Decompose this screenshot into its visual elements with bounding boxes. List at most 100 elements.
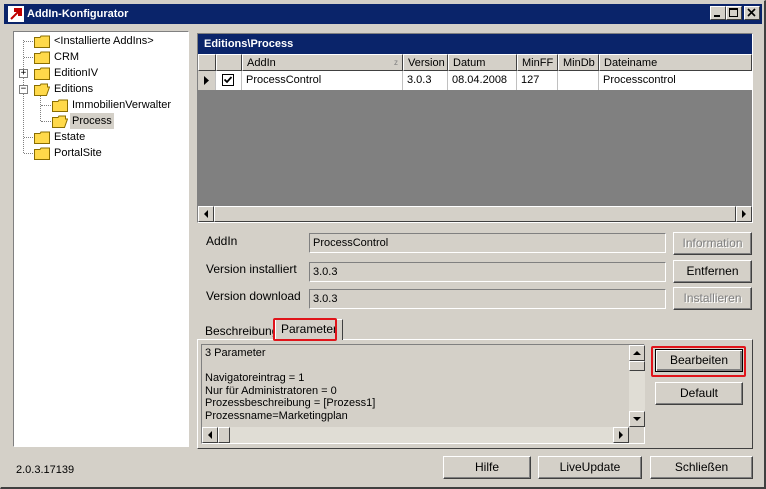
arrow-down-icon: [633, 417, 641, 421]
tree-connector: [41, 121, 51, 122]
tree-item-label: Estate: [54, 131, 86, 143]
minimize-icon: [714, 15, 720, 17]
liveupdate-button[interactable]: LiveUpdate: [538, 456, 642, 479]
addin-tree[interactable]: <Installierte AddIns> CRM + EditionIV − …: [13, 31, 189, 447]
arrow-left-icon: [204, 210, 208, 218]
tree-connector: [24, 153, 33, 154]
row-pointer-icon: [204, 76, 209, 85]
tree-item-crm[interactable]: CRM: [14, 49, 184, 65]
tree-item-label: <Installierte AddIns>: [54, 35, 154, 47]
scroll-thumb[interactable]: [214, 206, 736, 222]
edit-highlight-box: [651, 346, 746, 377]
column-header-label: Dateiname: [604, 57, 658, 69]
folder-icon: [34, 35, 50, 48]
window-title: AddIn-Konfigurator: [27, 8, 129, 20]
expand-icon[interactable]: +: [19, 69, 28, 78]
checkbox-header: [216, 54, 242, 71]
version-download-field[interactable]: 3.0.3: [309, 289, 666, 309]
tree-item-editions[interactable]: − Editions: [14, 81, 184, 97]
row-checkbox-cell[interactable]: [216, 71, 242, 90]
tab-beschreibung[interactable]: Beschreibung: [200, 322, 283, 341]
minimize-button[interactable]: [710, 6, 726, 20]
column-header-label: MinDb: [563, 57, 595, 69]
scroll-down-button[interactable]: [629, 411, 645, 427]
tree-item-label: PortalSite: [54, 147, 102, 159]
cell-addin[interactable]: ProcessControl: [242, 71, 403, 90]
collapse-icon[interactable]: −: [19, 85, 28, 94]
arrow-right-icon: [619, 431, 623, 439]
grid-caption: Editions\Process: [198, 34, 752, 54]
arrow-left-icon: [208, 431, 212, 439]
tree-item-editioniv[interactable]: + EditionIV: [14, 65, 184, 81]
scroll-left-button[interactable]: [202, 427, 218, 443]
tree-item-label: EditionIV: [54, 67, 99, 79]
tree-connector: [24, 57, 33, 58]
scroll-right-button[interactable]: [736, 206, 752, 222]
row-indicator: [198, 71, 216, 90]
column-header-dateiname[interactable]: Dateiname: [599, 54, 752, 71]
tree-item-label: ImmobilienVerwalter: [72, 99, 172, 111]
scroll-thumb[interactable]: [629, 361, 645, 371]
folder-open-icon: [34, 83, 50, 96]
default-button[interactable]: Default: [655, 382, 743, 405]
close-button[interactable]: [744, 6, 760, 20]
column-header-version[interactable]: Version: [403, 54, 448, 71]
maximize-icon: [729, 8, 738, 17]
folder-icon: [34, 67, 50, 80]
maximize-button[interactable]: [726, 6, 742, 20]
tab-highlight-box: [273, 318, 337, 341]
tree-item-estate[interactable]: Estate: [14, 129, 184, 145]
close-dialog-button[interactable]: Schließen: [650, 456, 753, 479]
close-icon: [747, 8, 756, 17]
scroll-thumb[interactable]: [218, 427, 230, 443]
help-button[interactable]: Hilfe: [443, 456, 531, 479]
column-header-label: Datum: [453, 57, 486, 69]
title-bar[interactable]: AddIn-Konfigurator: [4, 4, 762, 24]
tree-item-portalsite[interactable]: PortalSite: [14, 145, 184, 161]
app-window: AddIn-Konfigurator <Installierte AddIns>…: [0, 0, 766, 489]
parameter-memo[interactable]: 3 Parameter Navigatoreintrag = 1 Nur für…: [201, 344, 645, 444]
addin-field[interactable]: ProcessControl: [309, 233, 666, 253]
version-number: 2.0.3.17139: [16, 464, 75, 476]
tree-item-label: Process: [70, 113, 114, 129]
column-header-mindb[interactable]: MinDb: [558, 54, 599, 71]
cell-datum[interactable]: 08.04.2008: [448, 71, 517, 90]
memo-horizontal-scrollbar[interactable]: [202, 427, 629, 443]
column-header-label: Version: [408, 57, 445, 69]
tree-item-label: CRM: [54, 51, 80, 63]
grid-header: AddIn z Version Datum MinFF MinDb Datein…: [198, 54, 752, 71]
cell-mindb[interactable]: [558, 71, 599, 90]
cell-version[interactable]: 3.0.3: [403, 71, 448, 90]
tree-connector: [41, 105, 51, 106]
column-header-addin[interactable]: AddIn z: [242, 54, 403, 71]
install-button[interactable]: Installieren: [673, 287, 752, 310]
column-header-minff[interactable]: MinFF: [517, 54, 558, 71]
tree-item-process[interactable]: Process: [14, 113, 184, 129]
tree-item-installed[interactable]: <Installierte AddIns>: [14, 33, 184, 49]
folder-icon: [34, 51, 50, 64]
information-button[interactable]: Information: [673, 232, 752, 255]
version-installed-label: Version installiert: [206, 262, 297, 276]
memo-vertical-scrollbar[interactable]: [629, 345, 645, 427]
remove-button[interactable]: Entfernen: [673, 260, 752, 283]
version-installed-field[interactable]: 3.0.3: [309, 262, 666, 282]
column-header-label: MinFF: [522, 57, 554, 69]
cell-minff[interactable]: 127: [517, 71, 558, 90]
scroll-left-button[interactable]: [198, 206, 214, 222]
column-header-label: AddIn: [247, 57, 276, 69]
tree-connector: [24, 41, 33, 42]
addin-grid[interactable]: Editions\Process AddIn z Version Datum M…: [197, 33, 753, 223]
scroll-up-button[interactable]: [629, 345, 645, 361]
table-row[interactable]: ProcessControl 3.0.3 08.04.2008 127 Proc…: [198, 71, 752, 90]
arrow-up-icon: [633, 351, 641, 355]
folder-icon: [52, 99, 68, 112]
grid-horizontal-scrollbar[interactable]: [198, 206, 752, 222]
scroll-right-button[interactable]: [613, 427, 629, 443]
folder-icon: [34, 131, 50, 144]
version-download-label: Version download: [206, 289, 301, 303]
tree-item-immobilienverwalter[interactable]: ImmobilienVerwalter: [14, 97, 184, 113]
folder-open-icon: [52, 115, 68, 128]
cell-dateiname[interactable]: Processcontrol: [599, 71, 752, 90]
checkbox-checked-icon[interactable]: [216, 71, 242, 90]
column-header-datum[interactable]: Datum: [448, 54, 517, 71]
